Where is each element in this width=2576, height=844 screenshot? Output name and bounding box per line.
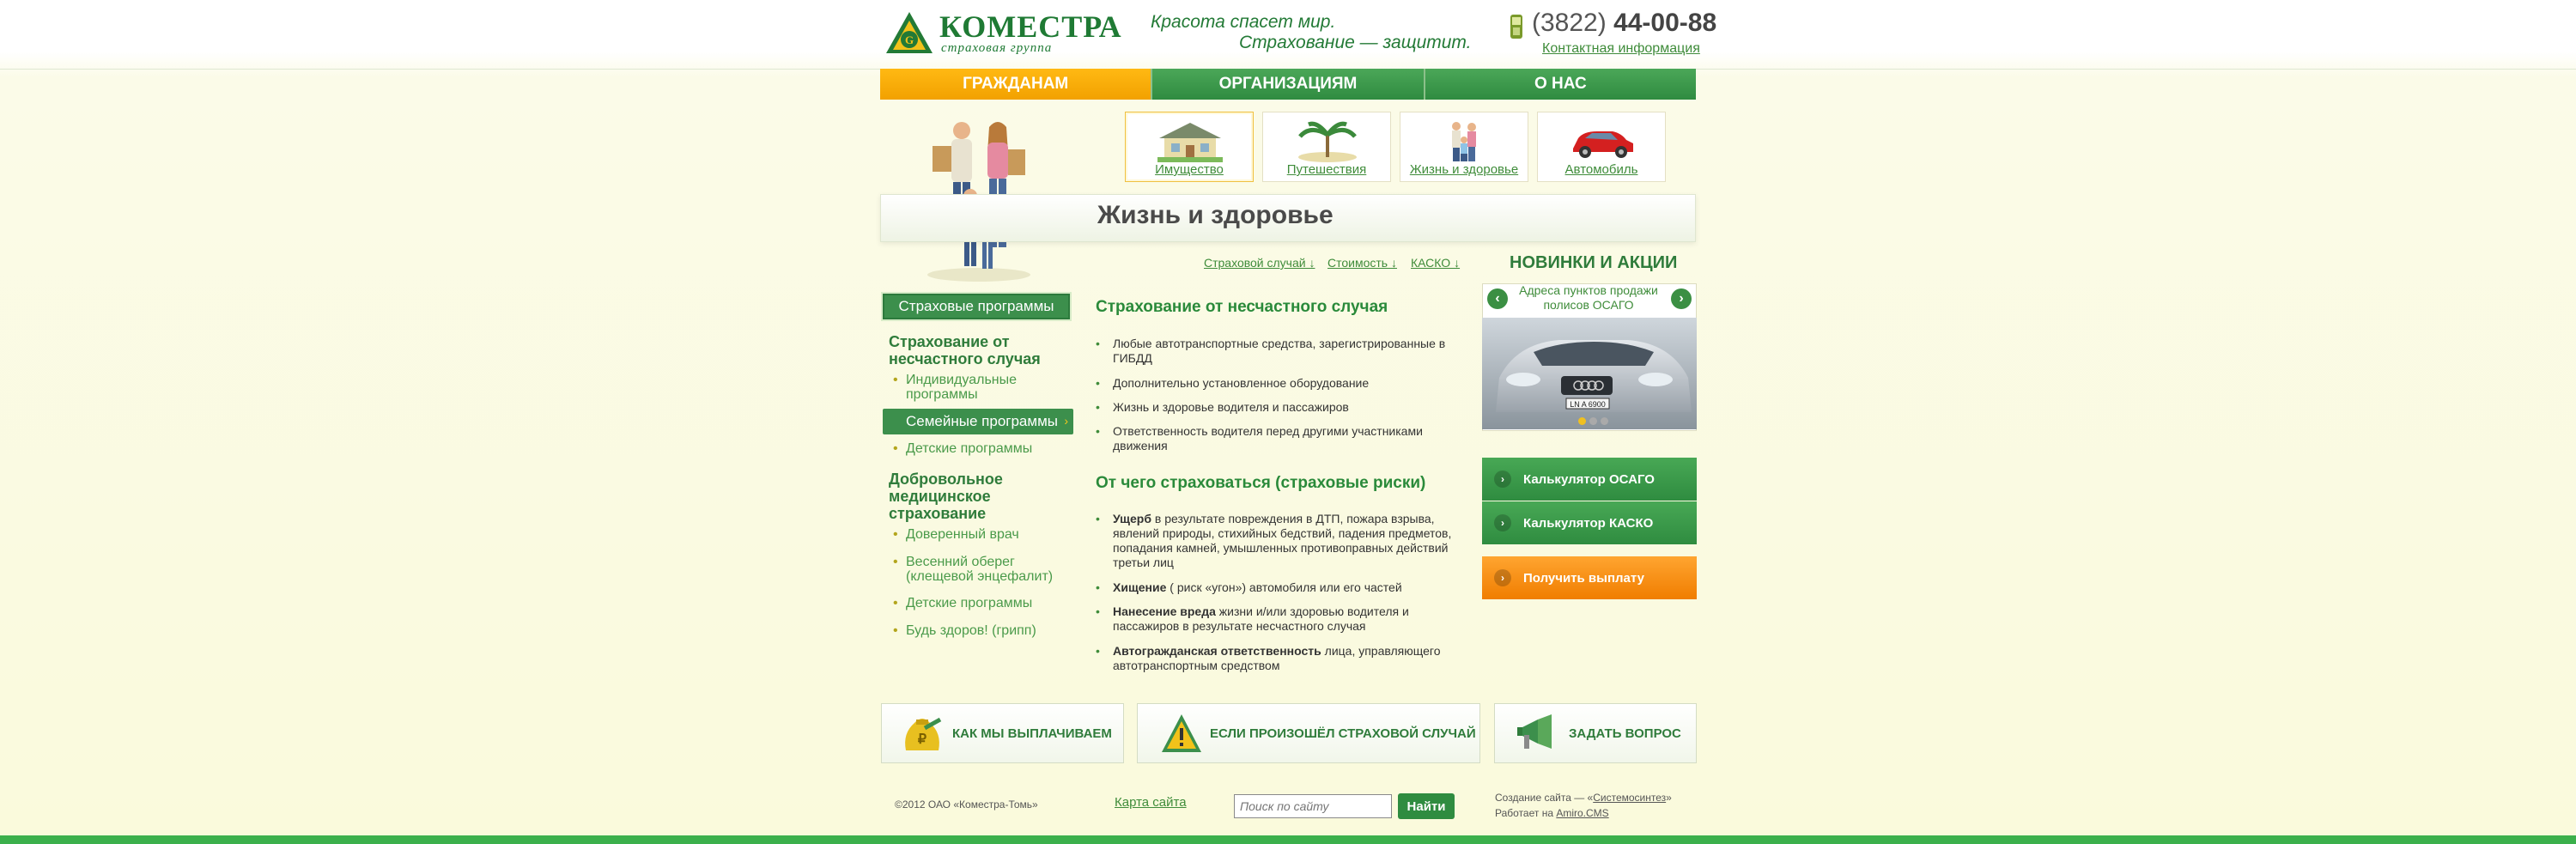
- main-nav: ГРАЖДАНАМ ОРГАНИЗАЦИЯМ О НАС: [880, 69, 1696, 100]
- content-heading-accident: Страхование от несчастного случая: [1096, 298, 1388, 316]
- category-life-health-label: Жизнь и здоровье: [1409, 162, 1519, 177]
- slider-dot[interactable]: [1578, 417, 1586, 425]
- category-travel-label: Путешествия: [1286, 162, 1367, 177]
- nav-citizens[interactable]: ГРАЖДАНАМ: [880, 69, 1153, 100]
- sidebar-item-trusted-doctor[interactable]: Доверенный врач: [893, 527, 1065, 542]
- logo-subtitle: страховая группа: [941, 41, 1053, 55]
- slider-prev-button[interactable]: ‹: [1487, 288, 1508, 309]
- category-property[interactable]: Имущество: [1125, 112, 1254, 182]
- news-title: НОВИНКИ И АКЦИИ: [1510, 253, 1678, 272]
- ask-question-box[interactable]: ЗАДАТЬ ВОПРОС: [1494, 703, 1697, 763]
- promo-car-image[interactable]: LN A 6900: [1482, 318, 1697, 429]
- list-item: Жизнь и здоровье водителя и пассажиров: [1096, 400, 1456, 415]
- slider-next-button[interactable]: ›: [1671, 288, 1692, 309]
- money-bag-icon: ₽: [905, 717, 942, 750]
- kasko-calculator-button[interactable]: › Калькулятор КАСКО: [1482, 501, 1697, 544]
- sidebar-item-kids-2[interactable]: Детские программы: [893, 596, 1065, 610]
- insured-event-label: ЕСЛИ ПРОИЗОШЁЛ СТРАХОВОЙ СЛУЧАЙ: [1210, 726, 1476, 741]
- phone-code: (3822): [1532, 9, 1607, 37]
- sitemap-link[interactable]: Карта сайта: [1115, 795, 1187, 810]
- list-item: Хищение ( риск «угон») автомобиля или ег…: [1096, 580, 1456, 595]
- palm-icon: [1298, 121, 1357, 162]
- category-travel[interactable]: Путешествия: [1262, 112, 1391, 182]
- get-payout-label: Получить выплату: [1523, 570, 1644, 586]
- slogan-line-1: Красота спасет мир.: [1151, 12, 1336, 32]
- anchor-kasko[interactable]: КАСКО ↓: [1411, 256, 1460, 270]
- ask-question-label: ЗАДАТЬ ВОПРОС: [1569, 726, 1681, 741]
- sidebar-item-individual[interactable]: Индивидуальные программы: [893, 373, 1030, 402]
- svg-text:₽: ₽: [918, 732, 927, 747]
- arrow-right-icon: ›: [1494, 514, 1511, 531]
- osago-calculator-button[interactable]: › Калькулятор ОСАГО: [1482, 458, 1697, 501]
- slider-dot[interactable]: [1601, 417, 1608, 425]
- sidebar-item-family-label: Семейные программы: [906, 413, 1058, 429]
- warning-icon: [1162, 714, 1201, 752]
- nav-about[interactable]: О НАС: [1425, 69, 1696, 100]
- how-we-pay-box[interactable]: ₽ КАК МЫ ВЫПЛАЧИВАЕМ: [881, 703, 1124, 763]
- osago-calculator-label: Калькулятор ОСАГО: [1523, 471, 1655, 487]
- developer-link[interactable]: Системосинтез: [1593, 792, 1666, 804]
- logo-icon[interactable]: G: [884, 10, 934, 55]
- credit-line-1: Создание сайта — «Системосинтез»: [1495, 792, 1672, 804]
- insurance-programs-button[interactable]: Страховые программы: [883, 294, 1070, 319]
- page-title: Жизнь и здоровье: [1097, 201, 1334, 229]
- sidebar-group-accident[interactable]: Страхование от несчастного случая: [889, 333, 1052, 367]
- house-icon: [1157, 123, 1223, 162]
- arrow-right-icon: ›: [1494, 569, 1511, 586]
- list-item: Автогражданская ответственность лица, уп…: [1096, 644, 1456, 673]
- logo-name[interactable]: КОМЕСТРА: [939, 9, 1122, 45]
- search-button[interactable]: Найти: [1398, 793, 1455, 819]
- kasko-calculator-label: Калькулятор КАСКО: [1523, 515, 1654, 531]
- chevron-right-icon: ›: [1064, 414, 1068, 428]
- phone-main: 44-00-88: [1613, 9, 1717, 37]
- phone-number: (3822) 44-00-88: [1532, 9, 1716, 38]
- category-auto[interactable]: Автомобиль: [1537, 112, 1666, 182]
- list-item: Ответственность водителя перед другими у…: [1096, 424, 1456, 453]
- anchor-insured-event[interactable]: Страховой случай ↓: [1204, 256, 1315, 270]
- list-item: Ущерб в результате повреждения в ДТП, по…: [1096, 512, 1456, 570]
- slogan-line-2: Страхование — защитит.: [1239, 33, 1472, 52]
- sidebar-item-spring-charm[interactable]: Весенний оберег (клещевой энцефалит): [893, 555, 1065, 584]
- slide-caption-link[interactable]: Адреса пунктов продажи полисов ОСАГО: [1511, 283, 1666, 313]
- megaphone-icon: [1517, 714, 1552, 749]
- family-icon: [1452, 122, 1476, 161]
- how-we-pay-label: КАК МЫ ВЫПЛАЧИВАЕМ: [952, 726, 1112, 741]
- sidebar-item-family-active[interactable]: Семейные программы ›: [883, 409, 1073, 434]
- cms-link[interactable]: Amiro.CMS: [1556, 807, 1608, 819]
- sidebar-item-be-healthy[interactable]: Будь здоров! (грипп): [893, 623, 1065, 638]
- sidebar-item-kids-1[interactable]: Детские программы: [893, 441, 1065, 456]
- search-input[interactable]: [1234, 794, 1392, 818]
- phone-icon: [1510, 15, 1522, 39]
- svg-text:G: G: [905, 33, 914, 46]
- anchor-cost[interactable]: Стоимость ↓: [1327, 256, 1397, 270]
- footer-bar: [0, 835, 2576, 844]
- category-auto-label: Автомобиль: [1564, 162, 1638, 177]
- contact-info-link[interactable]: Контактная информация: [1542, 41, 1700, 57]
- slider-dot[interactable]: [1589, 417, 1597, 425]
- copyright: ©2012 ОАО «Коместра-Томь»: [895, 798, 1038, 811]
- car-icon: [1573, 131, 1633, 158]
- sidebar-group-medical[interactable]: Добровольное медицинское страхование: [889, 471, 1035, 522]
- list-item: Дополнительно установленное оборудование: [1096, 376, 1456, 391]
- content-heading-risks: От чего страховаться (страховые риски): [1096, 474, 1426, 492]
- category-life-health[interactable]: Жизнь и здоровье: [1400, 112, 1528, 182]
- car-plate: LN A 6900: [1570, 400, 1606, 409]
- list-item: Любые автотранспортные средства, зарегис…: [1096, 337, 1456, 366]
- arrow-right-icon: ›: [1494, 471, 1511, 488]
- insured-event-box[interactable]: ЕСЛИ ПРОИЗОШЁЛ СТРАХОВОЙ СЛУЧАЙ: [1137, 703, 1480, 763]
- category-property-label: Имущество: [1155, 162, 1224, 177]
- slider-dots: [1578, 417, 1608, 425]
- nav-organizations[interactable]: ОРГАНИЗАЦИЯМ: [1152, 69, 1425, 100]
- credit-line-2: Работает на Amiro.CMS: [1495, 807, 1609, 819]
- get-payout-button[interactable]: › Получить выплату: [1482, 556, 1697, 599]
- list-item: Нанесение вреда жизни и/или здоровью вод…: [1096, 604, 1456, 634]
